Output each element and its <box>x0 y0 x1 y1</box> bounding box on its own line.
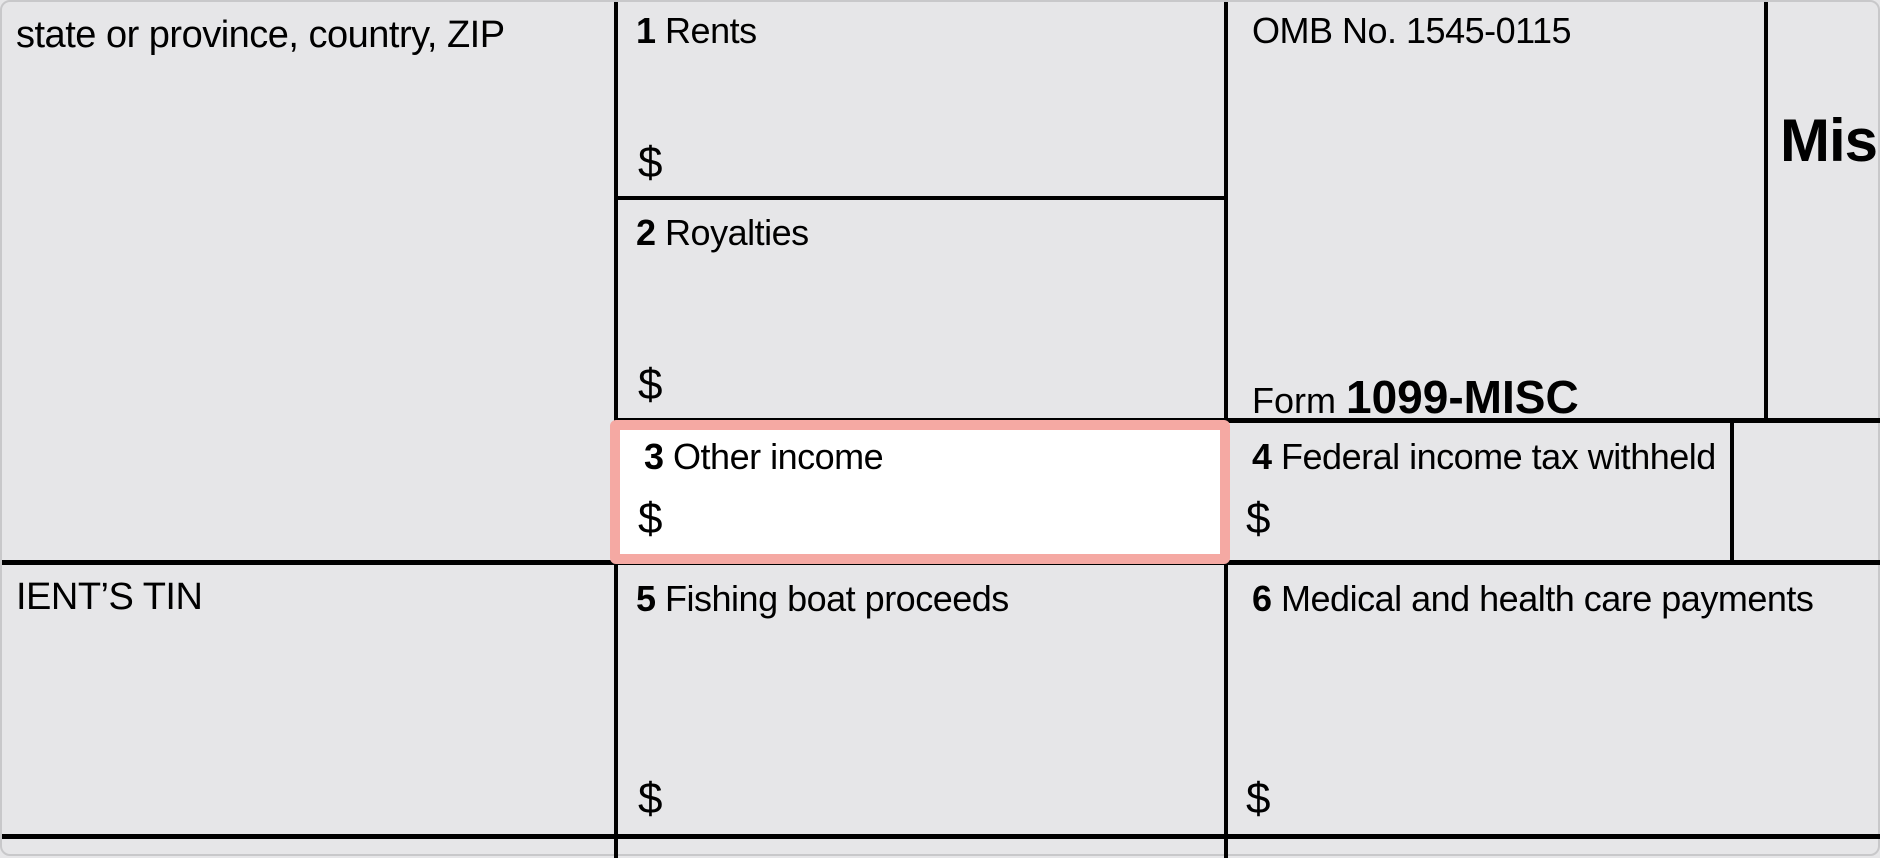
box-num: 4 <box>1252 436 1272 477</box>
dollar-sign: $ <box>638 138 662 188</box>
divider <box>1764 2 1768 422</box>
box-6-medical-payments: 6 Medical and health care payments <box>1238 572 1878 626</box>
box-label: 4 Federal income tax withheld <box>1252 436 1716 477</box>
dollar-sign: $ <box>1246 494 1270 544</box>
box-4-federal-tax-withheld: 4 Federal income tax withheld <box>1238 430 1858 484</box>
box-text: Federal income tax withheld <box>1281 436 1716 477</box>
form-1099-misc-fragment: state or province, country, ZIP IENT’S T… <box>0 0 1880 856</box>
dollar-sign: $ <box>1246 774 1270 824</box>
tin-text: IENT’S TIN <box>16 576 202 618</box>
title-text: Mis <box>1780 107 1877 174</box>
box-num: 2 <box>636 212 656 253</box>
divider <box>2 834 1880 839</box>
divider <box>614 196 1224 200</box>
dollar-sign: $ <box>638 774 662 824</box>
omb-text: OMB No. 1545-0115 <box>1252 10 1571 51</box>
box-label: 6 Medical and health care payments <box>1252 578 1813 619</box>
box-num: 3 <box>644 436 664 477</box>
box-text: Other income <box>673 436 883 477</box>
form-title-fragment: Mis <box>1780 106 1877 175</box>
form-number: 1099-MISC <box>1346 371 1579 423</box>
form-prefix: Form <box>1252 380 1336 421</box>
box-text: Rents <box>665 10 757 51</box>
recipient-tin-label: IENT’S TIN <box>2 570 602 625</box>
box-num: 6 <box>1252 578 1272 619</box>
box-5-fishing-boat: 5 Fishing boat proceeds <box>622 572 1212 626</box>
box-text: Fishing boat proceeds <box>665 578 1009 619</box>
box-num: 5 <box>636 578 656 619</box>
box-num: 1 <box>636 10 656 51</box>
box-text: Medical and health care payments <box>1281 578 1813 619</box>
dollar-sign: $ <box>638 494 662 544</box>
box-label: 5 Fishing boat proceeds <box>636 578 1009 619</box>
box-text: Royalties <box>665 212 809 253</box>
address-text: state or province, country, ZIP <box>16 14 505 56</box>
payer-address-fragment: state or province, country, ZIP <box>2 8 602 63</box>
dollar-sign: $ <box>638 360 662 410</box>
box-label: 2 Royalties <box>636 212 809 253</box>
box-label: 1 Rents <box>636 10 757 51</box>
box-label: 3 Other income <box>644 436 883 477</box>
box-1-rents: 1 Rents <box>622 4 1212 58</box>
box-3-other-income: 3 Other income <box>630 430 1210 484</box>
form-identifier: Form 1099-MISC <box>1238 364 1758 430</box>
box-2-royalties: 2 Royalties <box>622 206 1212 260</box>
omb-number: OMB No. 1545-0115 <box>1238 4 1758 58</box>
